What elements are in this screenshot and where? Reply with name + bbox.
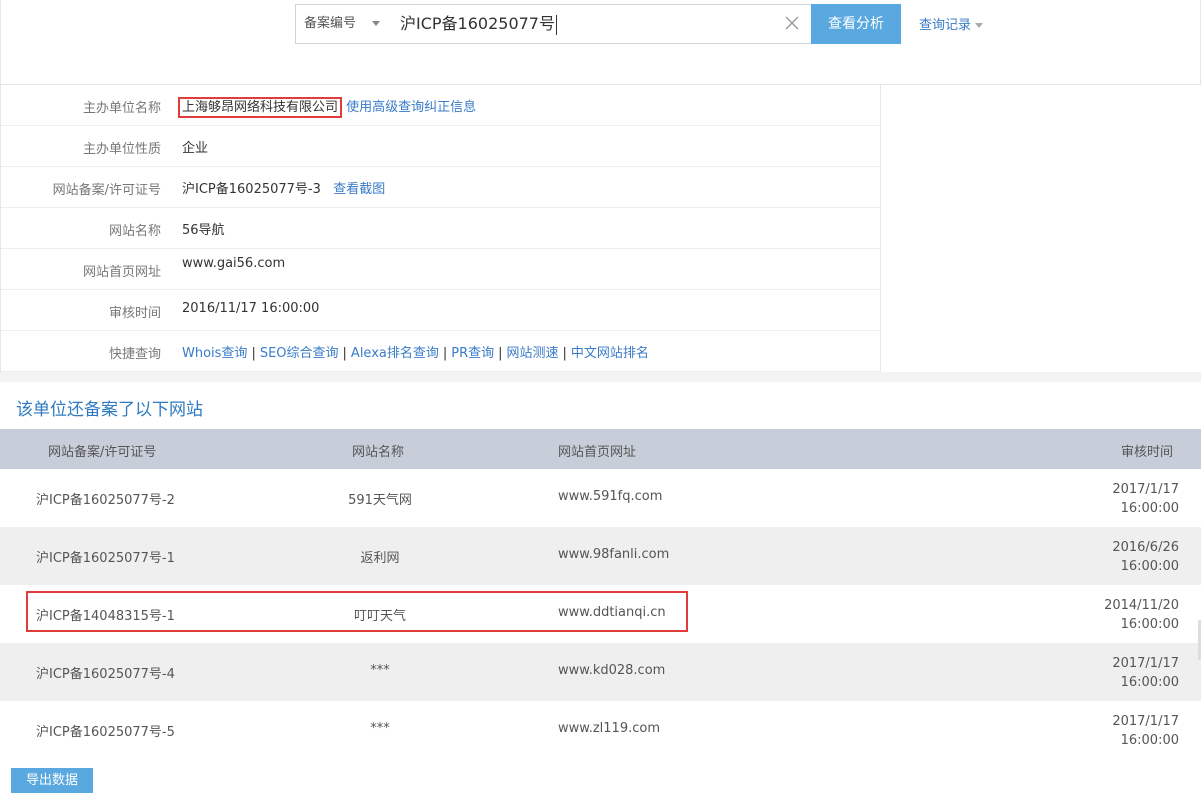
- cell-date-time: 16:00:00: [1120, 559, 1179, 574]
- info-row-homepage: 网站首页网址 www.gai56.com: [1, 249, 880, 290]
- info-value: 2016/11/17 16:00:00: [182, 301, 320, 316]
- section-divider: [0, 372, 1201, 382]
- advanced-query-link[interactable]: 使用高级查询纠正信息: [346, 100, 476, 115]
- cell-date: 2017/1/17 16:00:00: [1112, 654, 1179, 692]
- cell-url: www.zl119.com: [558, 721, 660, 736]
- cell-license: 沪ICP备16025077号-1: [36, 551, 175, 566]
- cell-date: 2017/1/17 16:00:00: [1112, 480, 1179, 518]
- license-number: 沪ICP备16025077号-3: [182, 182, 321, 197]
- search-type-select[interactable]: 备案编号: [295, 4, 391, 44]
- view-screenshot-link[interactable]: 查看截图: [333, 182, 385, 197]
- seo-link[interactable]: SEO综合查询: [260, 346, 339, 361]
- table-row: 沪ICP备16025077号-5 *** www.zl119.com 2017/…: [0, 701, 1201, 759]
- cell-name: 返利网: [360, 551, 400, 566]
- cell-name: ***: [370, 663, 390, 678]
- owner-highlight: 上海够昂网络科技有限公司: [178, 97, 343, 118]
- cell-date-day: 2014/11/20: [1104, 598, 1179, 613]
- cell-license: 沪ICP备16025077号-2: [36, 493, 175, 508]
- table-row: 沪ICP备16025077号-2 591天气网 www.591fq.com 20…: [0, 469, 1201, 527]
- info-value: 56导航: [182, 223, 225, 238]
- cell-date: 2017/1/17 16:00:00: [1112, 712, 1179, 750]
- query-history-label: 查询记录: [919, 18, 972, 33]
- cell-date-time: 16:00:00: [1120, 675, 1179, 690]
- pr-link[interactable]: PR查询: [451, 346, 494, 361]
- cell-date-day: 2016/6/26: [1112, 540, 1179, 555]
- cell-url: www.591fq.com: [558, 489, 663, 504]
- owner-name: 上海够昂网络科技有限公司: [182, 100, 339, 115]
- cell-license: 沪ICP备16025077号-4: [36, 667, 175, 682]
- info-value: www.gai56.com: [182, 256, 286, 271]
- quick-links: Whois查询 | SEO综合查询 | Alexa排名查询 | PR查询 | 网站测速 | 中文网站…: [182, 346, 649, 361]
- section-title: 该单位还备案了以下网站: [16, 400, 203, 420]
- info-row-quick-links: 快捷查询 Whois查询 | SEO综合查询 | Alexa排名查询 | PR查询 | 网站测速…: [1, 331, 880, 372]
- cell-date-day: 2017/1/17: [1112, 656, 1179, 671]
- cell-date-day: 2017/1/17: [1112, 714, 1179, 729]
- cell-license: 沪ICP备16025077号-5: [36, 725, 175, 740]
- column-header: 网站名称: [352, 445, 405, 460]
- search-input[interactable]: 沪ICP备16025077号: [390, 4, 812, 44]
- info-row-site-name: 网站名称 56导航: [1, 208, 880, 249]
- clear-icon[interactable]: [783, 14, 801, 32]
- search-bar: 备案编号 沪ICP备16025077号 查看分析 查询记录: [0, 0, 1201, 85]
- table-row: 沪ICP备16025077号-4 *** www.kd028.com 2017/…: [0, 643, 1201, 701]
- info-value: 企业: [182, 141, 209, 156]
- info-label: 主办单位性质: [82, 142, 161, 157]
- cell-date-time: 16:00:00: [1120, 501, 1179, 516]
- info-label: 快捷查询: [108, 347, 161, 362]
- row-highlight-box: [26, 591, 688, 632]
- info-row-license: 网站备案/许可证号 沪ICP备16025077号-3 查看截图: [1, 167, 880, 208]
- info-label: 网站名称: [108, 224, 161, 239]
- cell-name: 591天气网: [348, 493, 412, 508]
- chevron-down-icon: [975, 23, 984, 28]
- whois-link[interactable]: Whois查询: [182, 346, 247, 361]
- chinese-rank-link[interactable]: 中文网站排名: [571, 346, 649, 361]
- search-submit-button[interactable]: 查看分析: [811, 4, 901, 44]
- export-data-button[interactable]: 导出数据: [11, 768, 93, 793]
- speed-test-link[interactable]: 网站测速: [507, 346, 559, 361]
- info-row-owner: 主办单位名称 上海够昂网络科技有限公司 使用高级查询纠正信息: [1, 85, 880, 126]
- search-query-text: 沪ICP备16025077号: [400, 14, 555, 33]
- cell-url: www.kd028.com: [558, 663, 666, 678]
- column-header: 网站备案/许可证号: [48, 445, 157, 460]
- info-label: 网站备案/许可证号: [52, 183, 161, 198]
- column-header: 网站首页网址: [558, 445, 637, 460]
- query-history-dropdown[interactable]: 查询记录: [919, 14, 984, 33]
- info-label: 审核时间: [108, 306, 161, 321]
- table-row: 沪ICP备16025077号-1 返利网 www.98fanli.com 201…: [0, 527, 1201, 585]
- cell-name: ***: [370, 721, 390, 736]
- info-row-audit-time: 审核时间 2016/11/17 16:00:00: [1, 290, 880, 331]
- search-type-label: 备案编号: [304, 16, 357, 31]
- info-row-nature: 主办单位性质 企业: [1, 126, 880, 167]
- info-label: 网站首页网址: [82, 265, 161, 280]
- column-header: 审核时间: [1120, 445, 1173, 460]
- cell-date-time: 16:00:00: [1120, 617, 1179, 632]
- info-label: 主办单位名称: [82, 101, 161, 116]
- info-value: 沪ICP备16025077号-3 查看截图: [182, 178, 385, 197]
- record-info-table: 主办单位名称 上海够昂网络科技有限公司 使用高级查询纠正信息 主办单位性质 企业…: [0, 85, 881, 372]
- chevron-down-icon: [372, 21, 380, 26]
- cell-date: 2016/6/26 16:00:00: [1112, 538, 1179, 576]
- text-cursor: [555, 14, 557, 35]
- cell-date-time: 16:00:00: [1120, 733, 1179, 748]
- alexa-link[interactable]: Alexa排名查询: [351, 346, 439, 361]
- cell-date: 2014/11/20 16:00:00: [1104, 596, 1179, 634]
- info-value: 上海够昂网络科技有限公司 使用高级查询纠正信息: [178, 96, 476, 118]
- cell-date-day: 2017/1/17: [1112, 482, 1179, 497]
- table-header: 网站备案/许可证号 网站名称 网站首页网址 审核时间: [0, 429, 1201, 469]
- cell-url: www.98fanli.com: [558, 547, 670, 562]
